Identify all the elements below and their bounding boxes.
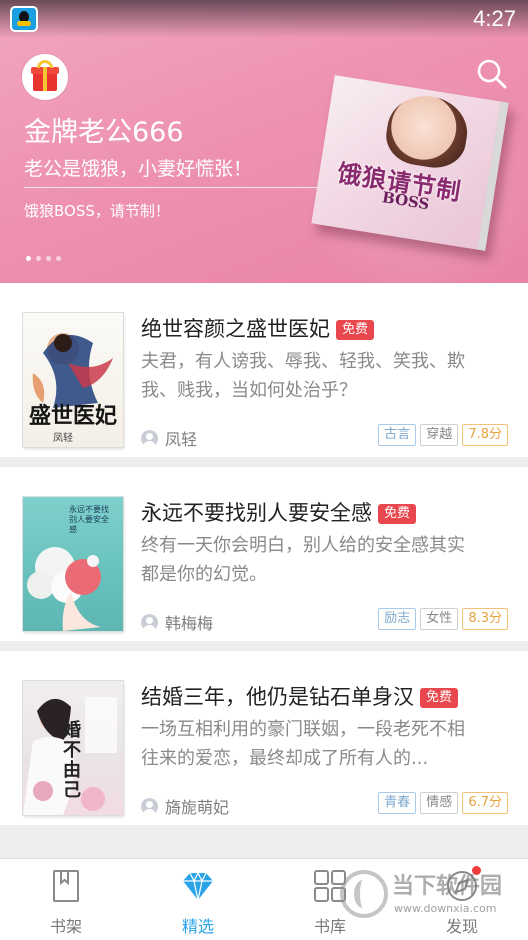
cover-title: 婚不由己 bbox=[63, 720, 81, 801]
tab-label: 精选 bbox=[181, 917, 214, 936]
pager-dot bbox=[36, 256, 41, 261]
banner-book-cover[interactable]: 饿狼请节制 BOSS bbox=[311, 75, 509, 251]
banner-description: 饿狼BOSS，请节制！ bbox=[24, 202, 170, 220]
gift-bow bbox=[37, 60, 53, 68]
diamond-icon bbox=[183, 871, 213, 901]
book-card[interactable]: 盛世医妃 凤轻 绝世容颜之盛世医妃 免费 夫君，有人谤我、辱我、轻我、笑我、欺我、… bbox=[0, 283, 528, 457]
author-name: 韩梅梅 bbox=[165, 614, 214, 633]
banner-title: 金牌老公666 bbox=[24, 117, 184, 148]
book-card[interactable]: 婚不由己 结婚三年，他仍是钻石单身汉 免费 一场互相利用的豪门联姻，一段老死不相往… bbox=[0, 651, 528, 825]
free-badge: 免费 bbox=[336, 320, 375, 340]
banner-subtitle: 老公是饿狼，小妻好慌张！ bbox=[24, 158, 253, 180]
free-badge: 免费 bbox=[378, 504, 417, 524]
book-tags: 励志 女性 8.3分 bbox=[378, 608, 508, 630]
book-author: 凤轻 bbox=[141, 426, 197, 450]
free-badge: 免费 bbox=[420, 688, 459, 708]
book-description: 一场互相利用的豪门联姻，一段老死不相往来的爱恋，最终却成了所有人的... bbox=[141, 719, 465, 769]
book-title[interactable]: 结婚三年，他仍是钻石单身汉 免费 bbox=[141, 681, 459, 711]
author-name: 旖旎萌妃 bbox=[165, 798, 230, 817]
genre-tag: 穿越 bbox=[420, 424, 459, 446]
banner-pager bbox=[26, 256, 61, 261]
pager-dot bbox=[26, 256, 31, 261]
book-title[interactable]: 永远不要找别人要安全感 免费 bbox=[141, 497, 417, 527]
book-description: 终有一天你会明白，别人给的安全感其实都是你的幻觉。 bbox=[141, 535, 465, 585]
score-tag: 8.3分 bbox=[462, 608, 508, 630]
qq-notification-icon bbox=[10, 6, 38, 32]
app-screen: 4:27 金牌老公666 老公是饿狼，小妻好慌张！ 饿狼BOSS，请节制！ 饿狼… bbox=[0, 0, 528, 940]
book-title-text: 结婚三年，他仍是钻石单身汉 bbox=[141, 685, 414, 709]
watermark: 当下软件园 www.downxia.com bbox=[340, 864, 528, 934]
tab-bookshelf[interactable]: 书架 bbox=[0, 859, 132, 940]
book-author: 韩梅梅 bbox=[141, 610, 213, 634]
cover-title: 永远不要找别人要安全感 bbox=[69, 505, 109, 534]
book-author: 旖旎萌妃 bbox=[141, 794, 229, 818]
search-icon[interactable] bbox=[476, 58, 508, 90]
book-title-text: 绝世容颜之盛世医妃 bbox=[141, 317, 330, 341]
cover-author: 凤轻 bbox=[53, 433, 73, 444]
tab-featured[interactable]: 精选 bbox=[132, 859, 264, 940]
status-time: 4:27 bbox=[473, 6, 516, 31]
author-icon bbox=[141, 798, 158, 815]
genre-tag: 励志 bbox=[378, 608, 417, 630]
featured-banner[interactable]: 4:27 金牌老公666 老公是饿狼，小妻好慌张！ 饿狼BOSS，请节制！ 饿狼… bbox=[0, 0, 528, 283]
book-cover[interactable]: 永远不要找别人要安全感 bbox=[23, 497, 123, 631]
watermark-logo bbox=[340, 870, 388, 918]
book-cover[interactable]: 盛世医妃 凤轻 bbox=[23, 313, 123, 447]
author-icon bbox=[141, 430, 158, 447]
banner-divider bbox=[24, 187, 329, 188]
watermark-url: www.downxia.com bbox=[394, 902, 497, 915]
book-card[interactable]: 永远不要找别人要安全感 永远不要找别人要安全感 免费 终有一天你会明白，别人给的安… bbox=[0, 467, 528, 641]
pager-dot bbox=[46, 256, 51, 261]
gift-icon[interactable] bbox=[22, 54, 68, 100]
genre-tag: 情感 bbox=[420, 792, 459, 814]
book-cover[interactable]: 婚不由己 bbox=[23, 681, 123, 815]
watermark-text: 当下软件园 bbox=[392, 874, 503, 899]
genre-tag: 古言 bbox=[378, 424, 417, 446]
cover-title: 盛世医妃 bbox=[28, 403, 117, 429]
book-title-text: 永远不要找别人要安全感 bbox=[141, 501, 372, 525]
genre-tag: 青春 bbox=[378, 792, 417, 814]
book-tags: 青春 情感 6.7分 bbox=[378, 792, 508, 814]
score-tag: 7.8分 bbox=[462, 424, 508, 446]
genre-tag: 女性 bbox=[420, 608, 459, 630]
gift-ribbon bbox=[43, 67, 47, 91]
status-bar: 4:27 bbox=[0, 0, 528, 38]
score-tag: 6.7分 bbox=[462, 792, 508, 814]
author-icon bbox=[141, 614, 158, 631]
pager-dot bbox=[56, 256, 61, 261]
tab-label: 书架 bbox=[49, 917, 82, 936]
book-description: 夫君，有人谤我、辱我、轻我、笑我、欺我、贱我，当如何处治乎？ bbox=[141, 351, 465, 401]
book-tags: 古言 穿越 7.8分 bbox=[378, 424, 508, 446]
cover-illustration bbox=[382, 90, 473, 173]
bookmark-icon bbox=[53, 870, 79, 902]
author-name: 凤轻 bbox=[165, 430, 198, 449]
book-title[interactable]: 绝世容颜之盛世医妃 免费 bbox=[141, 313, 375, 343]
